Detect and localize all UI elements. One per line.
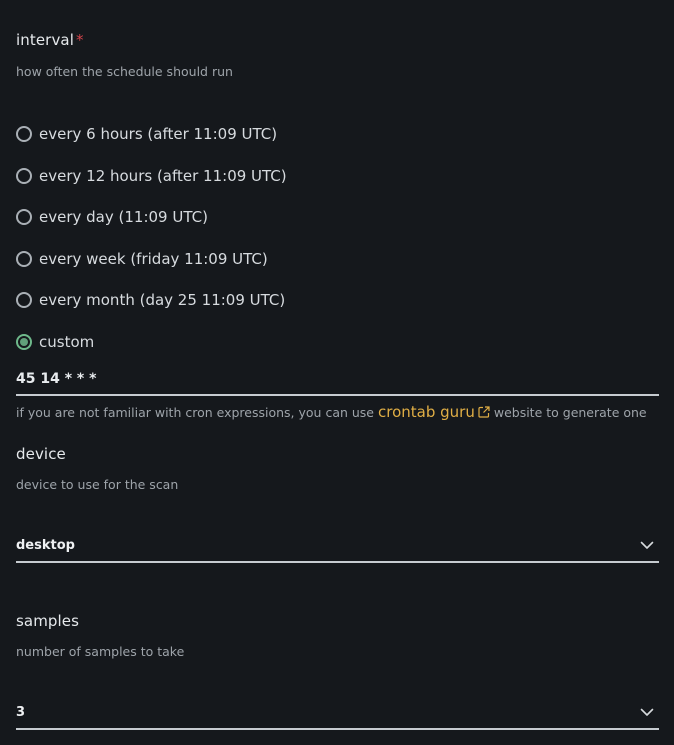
crontab-guru-link[interactable]: crontab guru <box>378 403 475 421</box>
chevron-down-icon <box>640 708 654 716</box>
radio-option-month[interactable]: every month (day 25 11:09 UTC) <box>16 289 285 311</box>
radio-label: every 12 hours (after 11:09 UTC) <box>39 167 287 185</box>
samples-label: samples <box>16 612 80 630</box>
interval-label: interval * <box>16 31 84 49</box>
radio-icon <box>16 209 32 225</box>
samples-select-value: 3 <box>16 704 26 720</box>
device-help: device to use for the scan <box>16 477 179 492</box>
radio-option-custom[interactable]: custom <box>16 331 94 353</box>
radio-option-12-hours[interactable]: every 12 hours (after 11:09 UTC) <box>16 165 287 187</box>
radio-label: custom <box>39 333 95 351</box>
radio-checked-icon <box>16 334 32 350</box>
cron-hint-before: if you are not familiar with cron expres… <box>16 405 375 420</box>
radio-icon <box>16 251 32 267</box>
radio-label: every week (friday 11:09 UTC) <box>39 250 268 268</box>
radio-icon <box>16 168 32 184</box>
device-select[interactable]: desktop <box>16 529 659 563</box>
chevron-down-icon <box>640 541 654 549</box>
device-label: device <box>16 445 66 463</box>
cron-expression-input[interactable]: 45 14 * * * <box>16 366 659 396</box>
radio-label: every day (11:09 UTC) <box>39 208 208 226</box>
cron-expression-value: 45 14 * * * <box>16 371 97 387</box>
cron-hint-after: website to generate one <box>493 405 647 420</box>
radio-option-week[interactable]: every week (friday 11:09 UTC) <box>16 248 268 270</box>
radio-label: every month (day 25 11:09 UTC) <box>39 291 286 309</box>
radio-option-day[interactable]: every day (11:09 UTC) <box>16 206 208 228</box>
interval-help: how often the schedule should run <box>16 64 233 79</box>
radio-label: every 6 hours (after 11:09 UTC) <box>39 125 278 143</box>
samples-help: number of samples to take <box>16 644 185 659</box>
external-link-icon <box>478 406 490 418</box>
required-mark: * <box>76 31 84 49</box>
interval-label-text: interval <box>16 31 74 49</box>
radio-icon <box>16 126 32 142</box>
samples-select[interactable]: 3 <box>16 696 659 730</box>
radio-dot <box>20 338 28 346</box>
device-select-value: desktop <box>16 537 75 553</box>
cron-hint: if you are not familiar with cron expres… <box>16 403 647 421</box>
radio-icon <box>16 292 32 308</box>
radio-option-6-hours[interactable]: every 6 hours (after 11:09 UTC) <box>16 123 277 145</box>
